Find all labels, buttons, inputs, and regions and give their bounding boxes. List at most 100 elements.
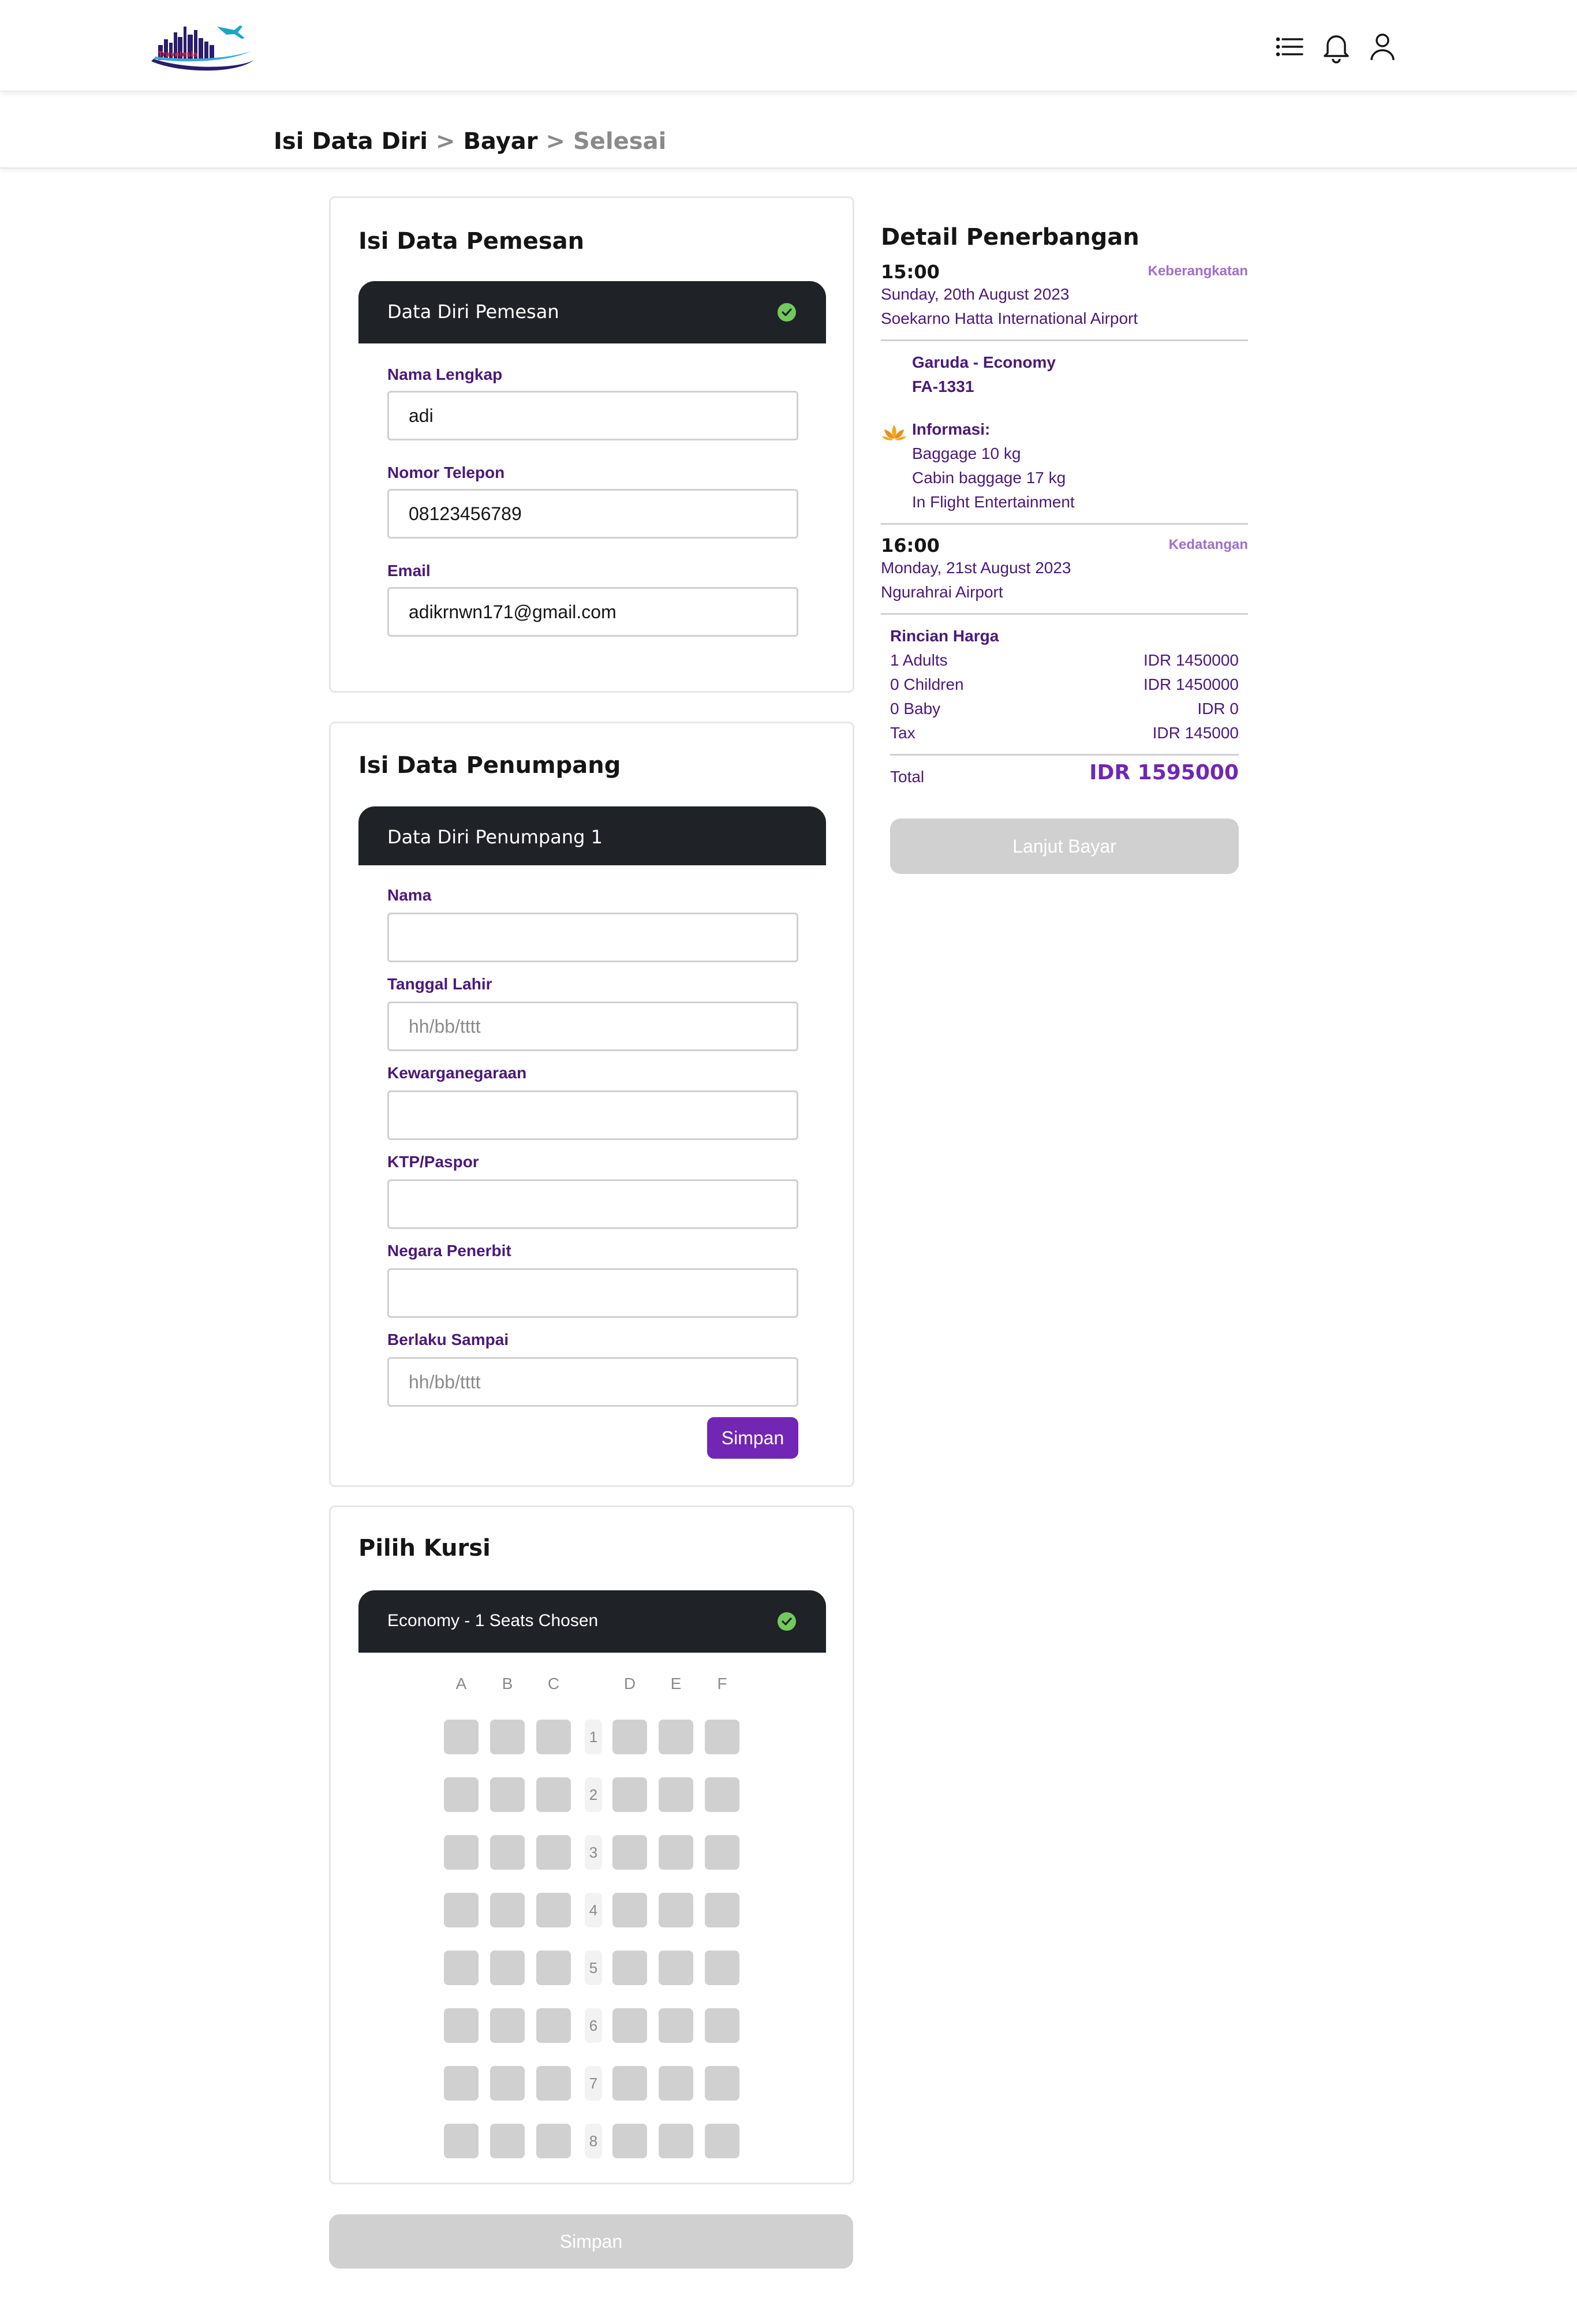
lanjut-bayar-button[interactable]: Lanjut Bayar (890, 819, 1239, 874)
arrival-tag: Kedatangan (1168, 537, 1248, 552)
breadcrumb: Isi Data Diri > Bayar > Selesai (274, 128, 666, 155)
airline-logo-icon (881, 421, 907, 444)
seat[interactable] (612, 2124, 647, 2158)
seat[interactable] (536, 1720, 571, 1754)
user-icon[interactable] (1366, 30, 1399, 63)
seat[interactable] (444, 1777, 479, 1812)
seat[interactable] (490, 1720, 525, 1754)
email-input[interactable] (387, 587, 798, 637)
seat[interactable] (659, 2066, 693, 2101)
seat[interactable] (490, 1835, 525, 1870)
seat[interactable] (444, 1835, 479, 1870)
penumpang-section-header[interactable]: Data Diri Penumpang 1 (358, 806, 826, 865)
price-value: IDR 145000 (1152, 724, 1239, 742)
seat[interactable] (612, 2008, 647, 2043)
seat[interactable] (705, 1893, 739, 1927)
pemesan-section-header[interactable]: Data Diri Pemesan (358, 281, 826, 343)
seat[interactable] (612, 1893, 647, 1927)
seat[interactable] (444, 1893, 479, 1927)
breadcrumb-step-bayar[interactable]: Bayar (463, 128, 537, 155)
seat[interactable] (612, 1835, 647, 1870)
price-row: Tax IDR 145000 (890, 724, 1239, 746)
breadcrumb-step-selesai[interactable]: Selesai (573, 128, 666, 155)
total-row: Total IDR 1595000 (890, 761, 1239, 792)
pilih-kursi-title: Pilih Kursi (358, 1535, 491, 1561)
seat-column-label: C (547, 1675, 560, 1692)
nomor-telepon-input[interactable] (387, 489, 798, 539)
negara-penerbit-input[interactable] (387, 1268, 798, 1318)
seat[interactable] (536, 1777, 571, 1812)
seat-row-number: 3 (585, 1835, 602, 1870)
berlaku-sampai-input[interactable] (387, 1357, 798, 1407)
kewarganegaraan-label: Kewarganegaraan (387, 1064, 527, 1082)
price-label: Tax (890, 724, 915, 742)
seat[interactable] (659, 1720, 693, 1754)
breadcrumb-bar: Isi Data Diri > Bayar > Selesai (0, 121, 1577, 169)
info-cabin-baggage: Cabin baggage 17 kg (912, 469, 1066, 487)
seat[interactable] (444, 2124, 479, 2158)
seat[interactable] (659, 1835, 693, 1870)
info-entertainment: In Flight Entertainment (912, 493, 1075, 511)
kewarganegaraan-input[interactable] (387, 1090, 798, 1140)
seat[interactable] (659, 2008, 693, 2043)
seat[interactable] (536, 1951, 571, 1985)
seat[interactable] (536, 2066, 571, 2101)
seat[interactable] (490, 1893, 525, 1927)
seat[interactable] (705, 1835, 739, 1870)
seat[interactable] (536, 1835, 571, 1870)
top-navbar: Travelesia (0, 0, 1577, 91)
seat[interactable] (705, 2066, 739, 2101)
nama-input[interactable] (387, 913, 798, 962)
seat[interactable] (612, 2066, 647, 2101)
seat[interactable] (444, 1951, 479, 1985)
nomor-telepon-label: Nomor Telepon (387, 464, 505, 481)
seat[interactable] (536, 1893, 571, 1927)
nama-lengkap-input[interactable] (387, 391, 798, 440)
seat[interactable] (490, 2008, 525, 2043)
seat[interactable] (490, 2124, 525, 2158)
pemesan-section-header-label: Data Diri Pemesan (387, 301, 559, 323)
seat-class-header[interactable]: Economy - 1 Seats Chosen (358, 1590, 826, 1653)
seat[interactable] (659, 1777, 693, 1812)
seat[interactable] (705, 1720, 739, 1754)
breadcrumb-step-isi-data[interactable]: Isi Data Diri (274, 128, 428, 155)
seat[interactable] (612, 1720, 647, 1754)
departure-time: 15:00 (881, 261, 940, 283)
bell-icon[interactable] (1320, 30, 1353, 63)
penumpang-card: Isi Data Penumpang Data Diri Penumpang 1… (329, 722, 854, 1487)
seat[interactable] (659, 1893, 693, 1927)
seat[interactable] (705, 1951, 739, 1985)
seat[interactable] (705, 1777, 739, 1812)
simpan-penumpang-button[interactable]: Simpan (707, 1417, 798, 1459)
seat[interactable] (612, 1951, 647, 1985)
divider (881, 613, 1248, 615)
divider (881, 339, 1248, 341)
ktp-paspor-input[interactable] (387, 1179, 798, 1229)
seat-column-label: D (623, 1675, 636, 1692)
seat[interactable] (659, 1951, 693, 1985)
seat[interactable] (659, 2124, 693, 2158)
email-label: Email (387, 562, 431, 580)
seat[interactable] (490, 2066, 525, 2101)
seat-row-number: 4 (585, 1893, 602, 1927)
simpan-button[interactable]: Simpan (329, 2214, 853, 2269)
seat[interactable] (705, 2008, 739, 2043)
seat-selection-card: Pilih Kursi Economy - 1 Seats Chosen A B C… (329, 1505, 854, 2184)
breadcrumb-separator: > (435, 128, 455, 155)
tanggal-lahir-input[interactable] (387, 1002, 798, 1051)
seat[interactable] (490, 1777, 525, 1812)
seat[interactable] (444, 2008, 479, 2043)
travelesia-logo[interactable]: Travelesia (148, 15, 257, 76)
rincian-harga-title: Rincian Harga (890, 627, 999, 645)
price-label: 0 Children (890, 675, 964, 693)
seat[interactable] (536, 2008, 571, 2043)
seat[interactable] (536, 2124, 571, 2158)
total-value: IDR 1595000 (1089, 761, 1239, 784)
seat[interactable] (444, 1720, 479, 1754)
seat[interactable] (612, 1777, 647, 1812)
seat[interactable] (490, 1951, 525, 1985)
seat[interactable] (705, 2124, 739, 2158)
departure-airport: Soekarno Hatta International Airport (881, 309, 1138, 327)
list-icon[interactable] (1273, 30, 1307, 63)
seat[interactable] (444, 2066, 479, 2101)
